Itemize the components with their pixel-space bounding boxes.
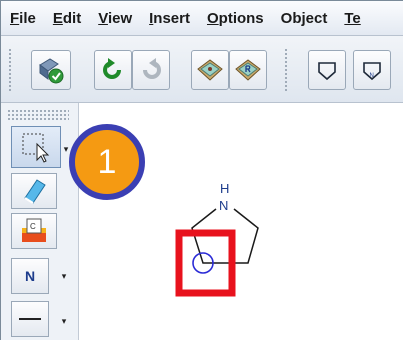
atom-tool-label: N bbox=[24, 268, 36, 284]
clean-structure-button[interactable] bbox=[31, 50, 71, 90]
single-bond-icon bbox=[19, 318, 41, 320]
menu-insert-label: nsert bbox=[153, 9, 190, 27]
menu-view-label: iew bbox=[107, 9, 133, 27]
r-book-icon bbox=[235, 59, 261, 81]
menu-file-label: ile bbox=[19, 9, 36, 27]
menu-options[interactable]: Options bbox=[207, 10, 264, 27]
template-library-button[interactable] bbox=[191, 50, 229, 90]
redo-icon bbox=[143, 58, 161, 79]
palette-grip[interactable] bbox=[7, 109, 69, 121]
pyrrolidine-template-button[interactable]: N bbox=[353, 50, 391, 90]
atom-tool-button[interactable]: N bbox=[11, 258, 49, 294]
atom-tool-dropdown-icon[interactable]: ▾ bbox=[58, 270, 70, 282]
menu-bar: File Edit View Insert Options Object Te bbox=[1, 1, 403, 36]
svg-text:C: C bbox=[30, 222, 36, 231]
eraser-icon bbox=[24, 179, 46, 204]
pentagon-n-icon: N bbox=[363, 62, 381, 81]
menu-view-mnemonic: V bbox=[98, 9, 108, 27]
menu-options-mnemonic: O bbox=[206, 9, 219, 27]
toolbar-grip-2[interactable] bbox=[284, 48, 289, 92]
redo-button[interactable] bbox=[132, 50, 170, 90]
select-tool-button[interactable] bbox=[11, 126, 61, 168]
menu-edit[interactable]: Edit bbox=[53, 10, 81, 27]
step-number-label: 1 bbox=[97, 142, 117, 181]
menu-file-mnemonic: F bbox=[10, 9, 20, 27]
menu-edit-label: dit bbox=[62, 9, 82, 27]
menu-view[interactable]: View bbox=[98, 10, 132, 27]
step-number-badge: 1 bbox=[69, 124, 145, 200]
clean-structure-icon bbox=[39, 58, 64, 84]
menu-edit-mnemonic: E bbox=[52, 9, 63, 27]
bond-tool-dropdown-icon[interactable]: ▾ bbox=[58, 315, 70, 327]
menu-tools-truncated[interactable]: Te bbox=[344, 10, 360, 27]
menu-object[interactable]: Object bbox=[281, 10, 328, 27]
select-arrow-icon bbox=[22, 133, 50, 163]
undo-button[interactable] bbox=[94, 50, 132, 90]
menu-insert[interactable]: Insert bbox=[149, 10, 190, 27]
atom-n-label: N bbox=[219, 198, 228, 213]
clipboard-icon: C bbox=[22, 218, 46, 242]
clipboard-tool-button[interactable]: C bbox=[11, 213, 57, 249]
toolbar-grip[interactable] bbox=[8, 48, 13, 92]
tool-palette: ▾ C N ▾ ▾ bbox=[1, 103, 79, 340]
bond-tool-button[interactable] bbox=[11, 301, 49, 337]
rgroup-library-button[interactable] bbox=[229, 50, 267, 90]
menu-tools-mnemonic: Te bbox=[344, 9, 361, 27]
svg-text:N: N bbox=[370, 73, 374, 79]
pentagon-icon bbox=[318, 62, 336, 81]
atom-h-label: H bbox=[220, 181, 229, 196]
main-toolbar: N bbox=[1, 36, 403, 103]
eraser-tool-button[interactable] bbox=[11, 173, 57, 209]
menu-object-label: Object bbox=[280, 9, 328, 27]
menu-options-label: ptions bbox=[218, 9, 264, 27]
menu-file[interactable]: File bbox=[10, 10, 36, 27]
cyclopentane-template-button[interactable] bbox=[308, 50, 346, 90]
book-icon bbox=[197, 59, 223, 81]
undo-icon bbox=[103, 58, 121, 79]
